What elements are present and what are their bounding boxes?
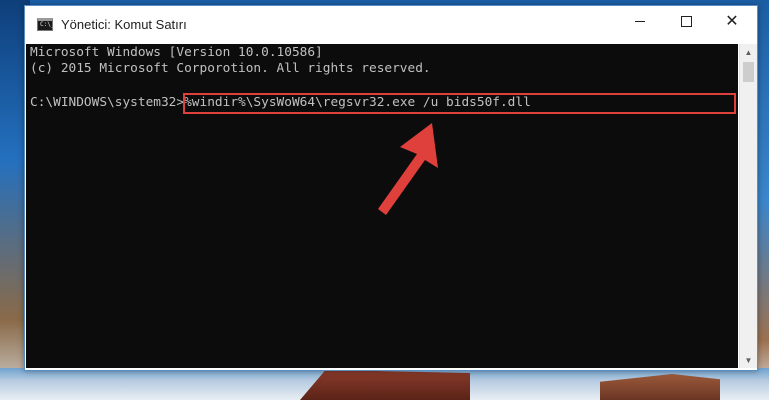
wallpaper-rooftop bbox=[300, 370, 470, 400]
maximize-button[interactable] bbox=[663, 6, 709, 36]
cmd-icon-label: C:\_ bbox=[40, 21, 55, 28]
maximize-icon bbox=[680, 15, 692, 27]
console-line-version: Microsoft Windows [Version 10.0.10586] bbox=[30, 45, 323, 60]
red-arrow-annotation bbox=[378, 123, 438, 215]
close-icon: ✕ bbox=[725, 11, 739, 30]
scroll-up-icon[interactable]: ▲ bbox=[740, 44, 757, 60]
scroll-down-icon[interactable]: ▼ bbox=[740, 352, 757, 368]
scrollbar-thumb[interactable] bbox=[743, 62, 754, 82]
console-prompt: C:\WINDOWS\system32> bbox=[30, 95, 185, 110]
close-button[interactable]: ✕ bbox=[709, 6, 755, 36]
title-bar[interactable]: C:\_ Yönetici: Komut Satırı ✕ bbox=[25, 6, 757, 44]
cmd-icon[interactable]: C:\_ bbox=[37, 18, 55, 31]
command-highlight-box bbox=[183, 93, 736, 114]
minimize-button[interactable] bbox=[617, 6, 663, 36]
vertical-scrollbar[interactable]: ▲ ▼ bbox=[739, 44, 757, 368]
minimize-icon bbox=[635, 20, 645, 22]
console-line-copyright: (c) 2015 Microsoft Corporotion. All righ… bbox=[30, 61, 431, 76]
window-title: Yönetici: Komut Satırı bbox=[61, 17, 187, 32]
